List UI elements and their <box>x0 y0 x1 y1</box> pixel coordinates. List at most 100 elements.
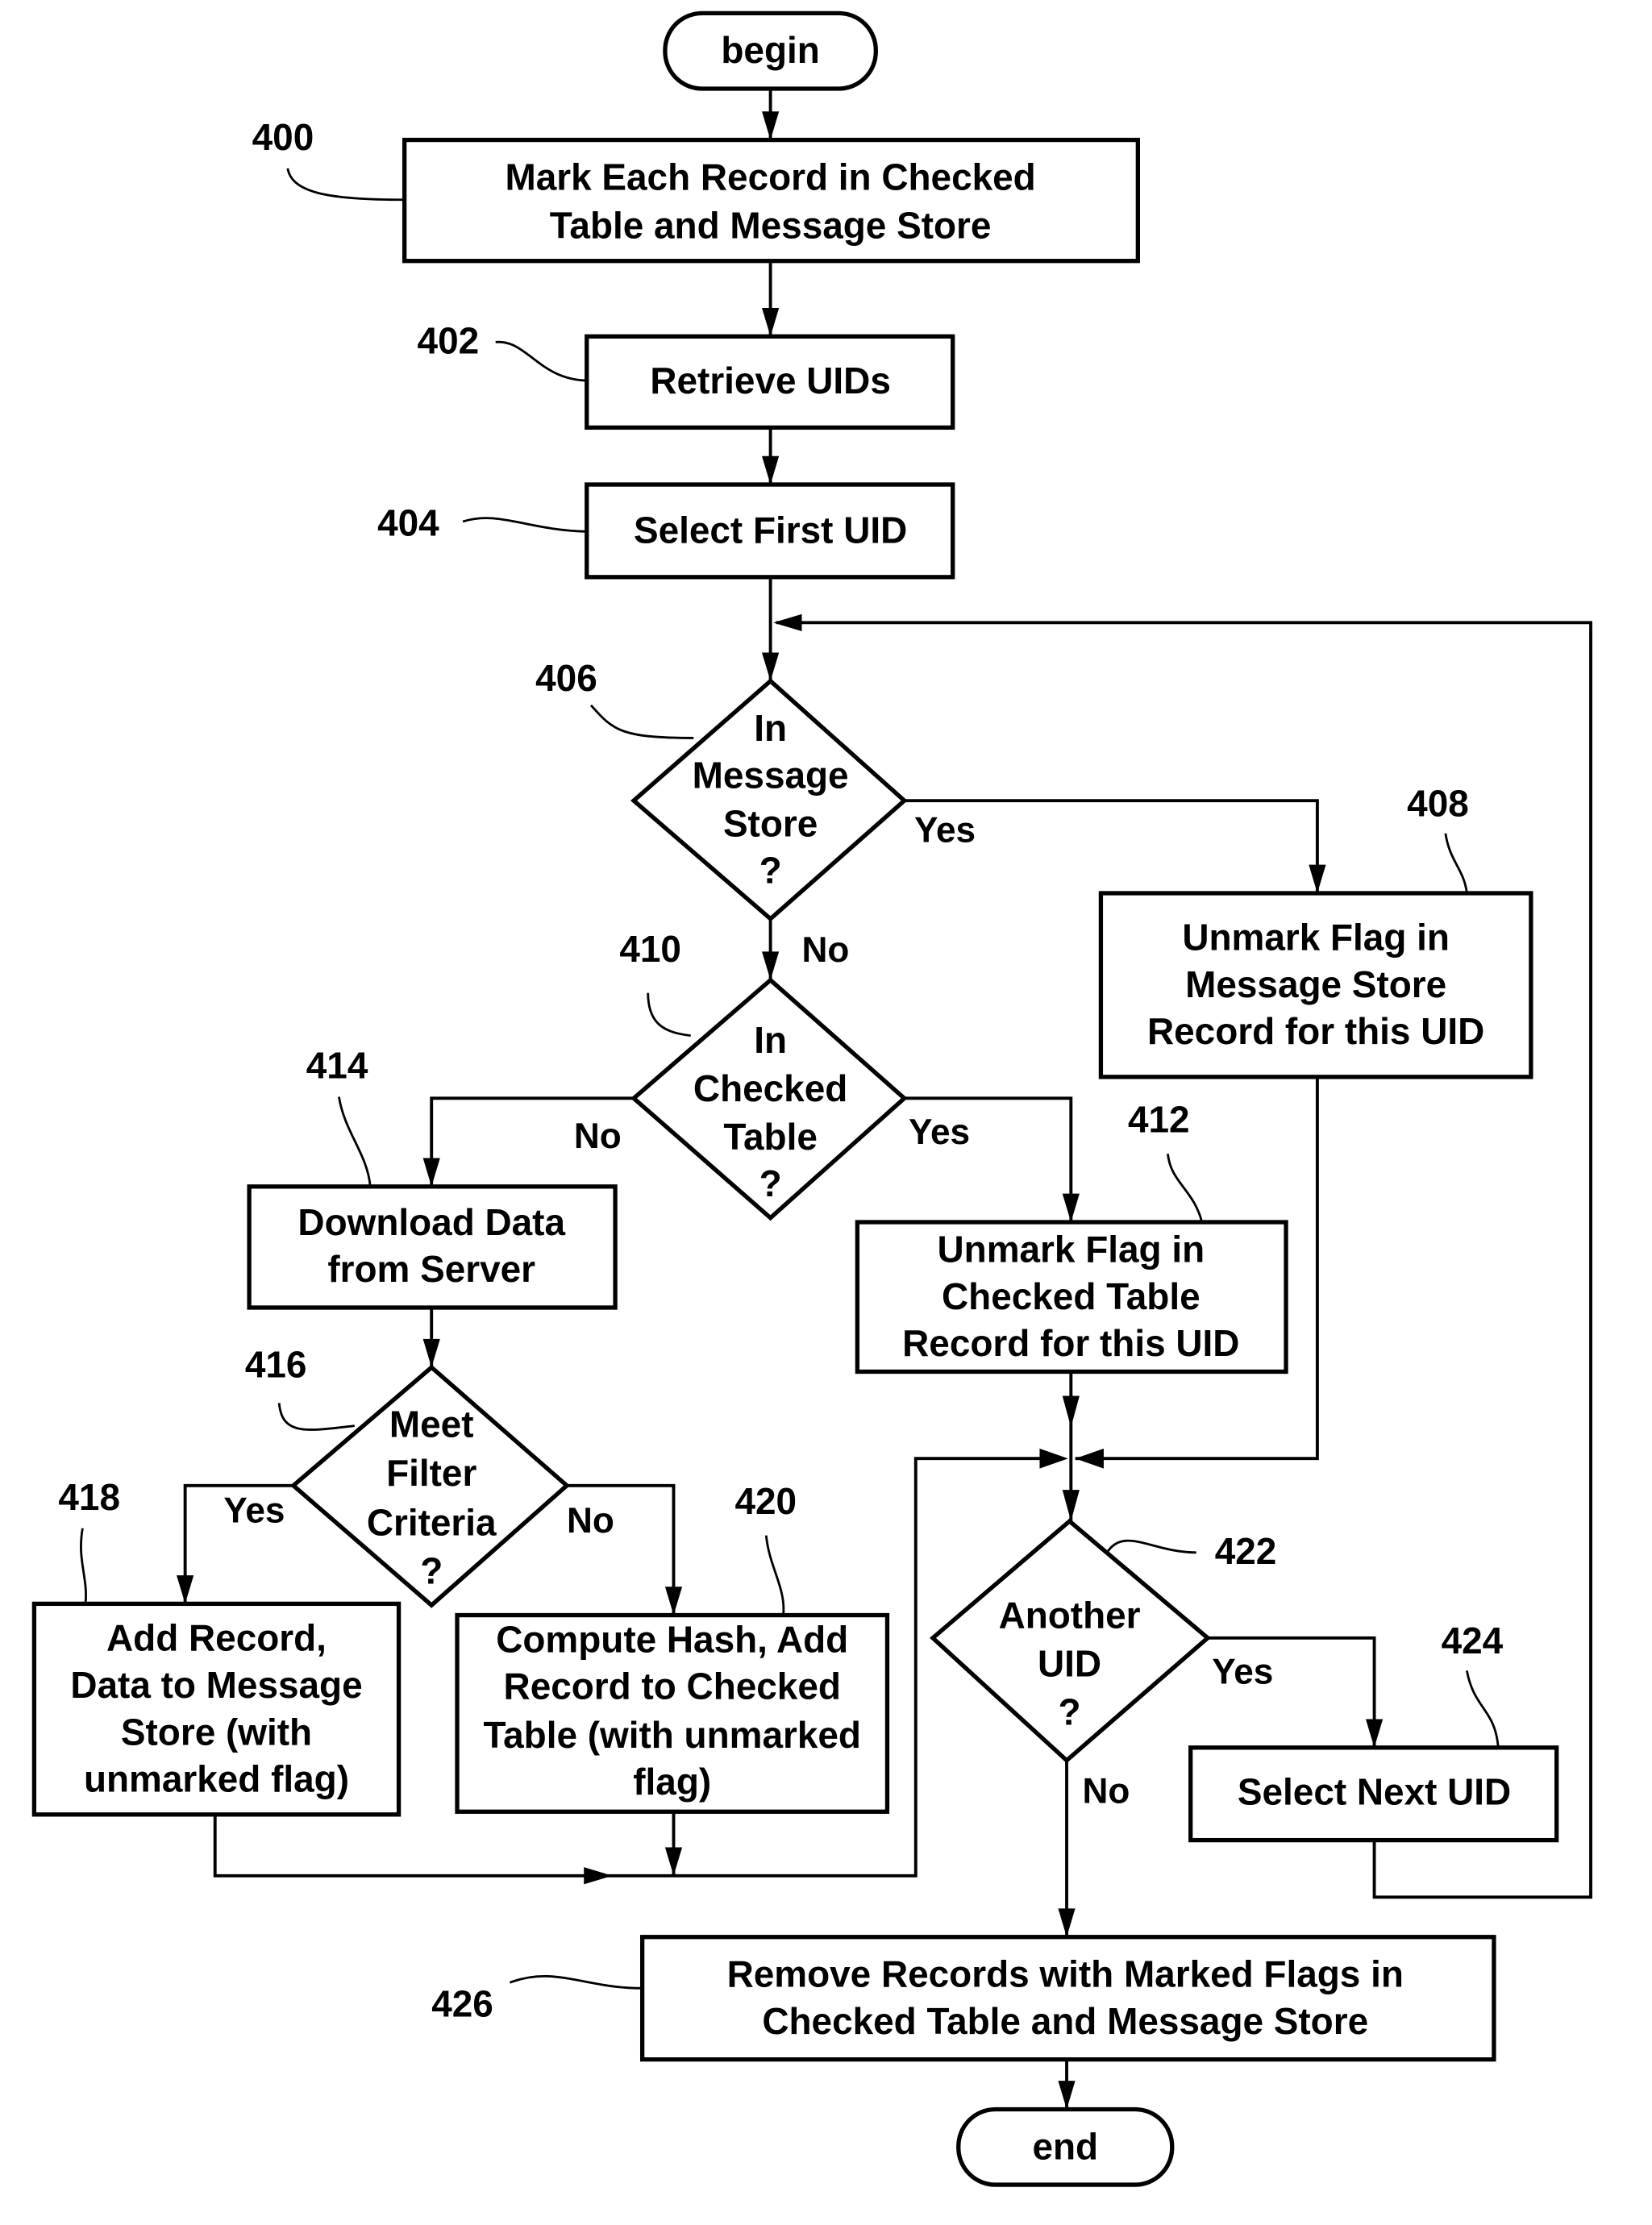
step-402-line-1: Retrieve UIDs <box>650 360 891 401</box>
leader-404 <box>462 517 587 533</box>
ref-426: 426 <box>431 1983 493 2025</box>
decision-416: Meet Filter Criteria ? <box>289 1364 571 1608</box>
ref-406: 406 <box>535 657 597 699</box>
arrowhead <box>762 307 780 337</box>
step-424: Select Next UID <box>1188 1745 1559 1843</box>
arrowhead <box>664 1587 683 1616</box>
arrowhead <box>422 1158 440 1187</box>
ref-404: 404 <box>377 502 439 544</box>
decision-410: In Checked Table ? <box>630 977 908 1221</box>
decision-406-line-4: ? <box>759 850 782 892</box>
flowchart: begin Mark Each Record in Checked Table … <box>31 10 1592 2187</box>
step-412: Unmark Flag in Checked Table Record for … <box>855 1220 1288 1375</box>
ref-422: 422 <box>1215 1530 1277 1572</box>
label-422-yes: Yes <box>1212 1652 1273 1691</box>
step-412-line-1: Unmark Flag in <box>938 1228 1205 1270</box>
step-404-line-1: Select First UID <box>634 509 907 551</box>
step-408-line-3: Record for this UID <box>1147 1010 1484 1052</box>
ref-414: 414 <box>306 1045 368 1087</box>
ref-400: 400 <box>252 116 314 158</box>
step-420-line-1: Compute Hash, Add <box>496 1618 848 1660</box>
step-418-line-4: unmarked flag) <box>84 1758 349 1800</box>
leader-424 <box>1465 1670 1500 1748</box>
ref-424: 424 <box>1442 1620 1504 1661</box>
step-424-line-1: Select Next UID <box>1238 1770 1511 1812</box>
leader-422 <box>1107 1539 1196 1554</box>
arrowhead <box>1058 2081 1076 2110</box>
label-422-no: No <box>1082 1772 1130 1811</box>
arrowhead <box>762 652 780 681</box>
decision-410-line-1: In <box>754 1019 787 1061</box>
leader-416 <box>277 1403 355 1431</box>
leader-410 <box>647 992 691 1038</box>
arrowhead <box>1039 1448 1068 1469</box>
ref-420: 420 <box>734 1480 797 1522</box>
leader-426 <box>509 1974 643 1990</box>
ref-402: 402 <box>418 320 480 362</box>
arrowhead <box>762 111 780 140</box>
decision-406-line-3: Store <box>723 802 818 844</box>
leader-418 <box>80 1528 87 1604</box>
label-410-no: No <box>574 1117 622 1156</box>
arrowhead <box>177 1575 194 1604</box>
step-414-line-1: Download Data <box>298 1201 565 1243</box>
step-408: Unmark Flag in Message Store Record for … <box>1098 891 1533 1079</box>
decision-410-line-4: ? <box>759 1162 782 1204</box>
arrowhead <box>584 1867 613 1885</box>
step-412-line-3: Record for this UID <box>902 1322 1239 1364</box>
step-426: Remove Records with Marked Flags in Chec… <box>639 1935 1496 2062</box>
terminal-begin-label: begin <box>721 29 819 71</box>
arrowhead <box>1058 1908 1076 1937</box>
leader-400 <box>286 168 405 202</box>
step-402: Retrieve UIDs <box>585 334 955 430</box>
label-406-yes: Yes <box>914 810 976 850</box>
step-426-line-2: Checked Table and Message Store <box>762 2000 1368 2042</box>
decision-410-line-2: Checked <box>693 1067 847 1109</box>
step-418-line-2: Data to Message <box>70 1664 362 1706</box>
arrowhead <box>762 455 780 485</box>
arrowhead <box>1062 1490 1080 1521</box>
arrowhead <box>762 951 780 980</box>
decision-406-line-2: Message <box>693 754 849 796</box>
step-408-line-2: Message Store <box>1185 963 1446 1005</box>
arrowhead <box>1365 1719 1384 1748</box>
decision-422: Another UID ? <box>929 1518 1211 1764</box>
decision-410-line-3: Table <box>723 1116 818 1158</box>
step-420-line-4: flag) <box>633 1761 711 1803</box>
decision-422-line-1: Another <box>999 1594 1141 1636</box>
step-408-line-1: Unmark Flag in <box>1182 917 1450 959</box>
arrowhead <box>422 1338 440 1368</box>
arrowhead <box>1075 1448 1104 1469</box>
step-412-line-2: Checked Table <box>942 1275 1201 1317</box>
terminal-end: end <box>956 2106 1175 2187</box>
label-416-yes: Yes <box>223 1491 285 1531</box>
step-400: Mark Each Record in Checked Table and Me… <box>402 137 1140 264</box>
step-426-line-1: Remove Records with Marked Flags in <box>727 1953 1404 1995</box>
leader-412 <box>1167 1154 1204 1223</box>
leader-402 <box>495 340 587 382</box>
decision-406: In Message Store ? <box>630 678 908 922</box>
step-420: Compute Hash, Add Record to Checked Tabl… <box>455 1612 890 1814</box>
step-414: Download Data from Server <box>247 1184 618 1310</box>
decision-416-line-4: ? <box>420 1550 443 1592</box>
terminal-begin: begin <box>663 10 878 91</box>
decision-406-line-1: In <box>754 707 787 749</box>
ref-416: 416 <box>245 1344 307 1386</box>
step-418-line-3: Store (with <box>121 1711 312 1753</box>
arrowhead <box>664 1847 683 1876</box>
step-420-line-2: Record to Checked <box>504 1666 841 1707</box>
ref-418: 418 <box>58 1476 120 1518</box>
decision-422-line-3: ? <box>1059 1691 1081 1733</box>
arrowhead <box>1309 864 1326 893</box>
decision-416-line-3: Criteria <box>367 1502 497 1544</box>
step-418: Add Record, Data to Message Store (with … <box>31 1601 402 1817</box>
ref-410: 410 <box>619 928 681 970</box>
arrowhead <box>773 613 802 631</box>
arrowhead <box>1062 1395 1080 1428</box>
leader-420 <box>764 1535 785 1616</box>
step-404: Select First UID <box>585 482 955 580</box>
leader-408 <box>1444 833 1468 894</box>
step-400-line-2: Table and Message Store <box>550 204 992 246</box>
arrowhead <box>1062 1193 1080 1223</box>
leader-406 <box>589 704 694 739</box>
